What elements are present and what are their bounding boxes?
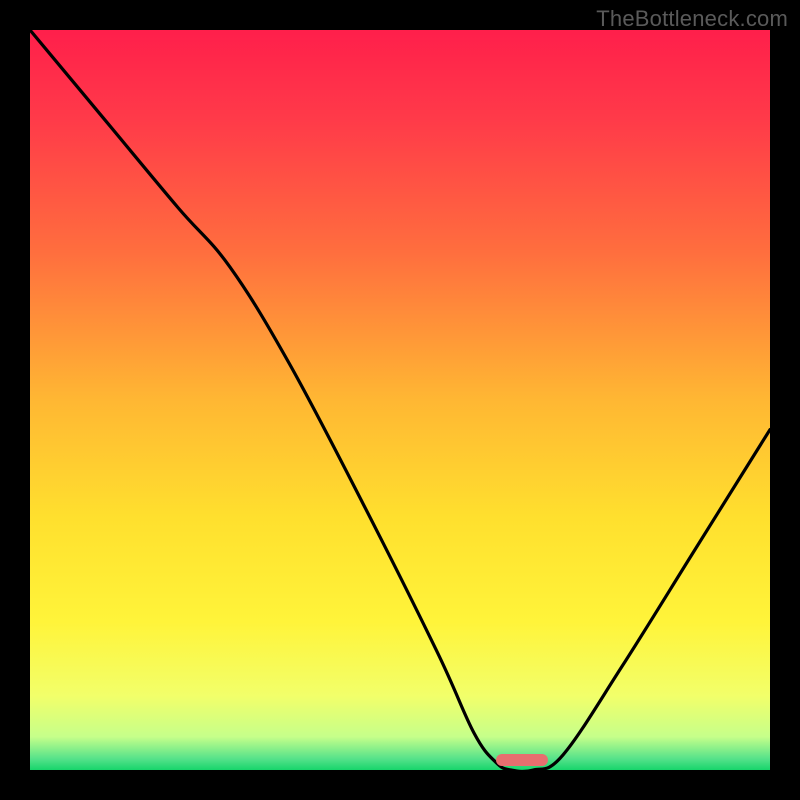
plot-area [30, 30, 770, 770]
watermark-text: TheBottleneck.com [596, 6, 788, 32]
optimal-marker [496, 754, 548, 766]
chart-svg [30, 30, 770, 770]
gradient-background [30, 30, 770, 770]
chart-frame: TheBottleneck.com [0, 0, 800, 800]
